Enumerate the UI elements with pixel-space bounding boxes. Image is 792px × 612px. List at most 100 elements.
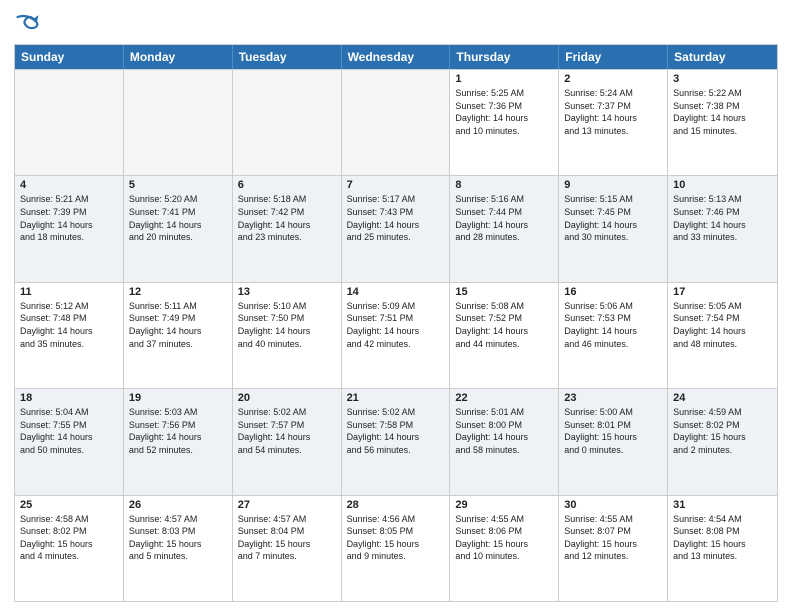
calendar-row: 1Sunrise: 5:25 AM Sunset: 7:36 PM Daylig… [15,69,777,175]
calendar-cell: 14Sunrise: 5:09 AM Sunset: 7:51 PM Dayli… [342,283,451,388]
day-number: 20 [238,392,336,404]
calendar-cell: 9Sunrise: 5:15 AM Sunset: 7:45 PM Daylig… [559,176,668,281]
calendar-cell: 25Sunrise: 4:58 AM Sunset: 8:02 PM Dayli… [15,496,124,601]
day-number: 19 [129,392,227,404]
calendar-cell: 30 Sunrise: 4:55 AM Sunset: 8:07 PM Dayli… [559,496,668,601]
day-number: 2 [564,73,662,85]
day-number: 31 [673,499,772,511]
calendar-cell: 1Sunrise: 5:25 AM Sunset: 7:36 PM Daylig… [450,70,559,175]
calendar-header-row: SundayMondayTuesdayWednesdayThursdayFrid… [15,45,777,69]
calendar-cell: 6Sunrise: 5:18 AM Sunset: 7:42 PM Daylig… [233,176,342,281]
logo [14,10,46,38]
calendar-cell: 11 Sunrise: 5:12 AM Sunset: 7:48 PM Dayli… [15,283,124,388]
day-info: Sunrise: 5:01 AM Sunset: 8:00 PM Dayligh… [455,406,553,456]
calendar-cell: 15 Sunrise: 5:08 AM Sunset: 7:52 PM Dayli… [450,283,559,388]
day-info: Sunrise: 4:59 AM Sunset: 8:02 PM Dayligh… [673,406,772,456]
day-info: Sunrise: 5:08 AM Sunset: 7:52 PM Dayligh… [455,300,553,350]
day-number: 18 [20,392,118,404]
calendar-cell: 7 Sunrise: 5:17 AM Sunset: 7:43 PM Daylig… [342,176,451,281]
calendar-cell: 24Sunrise: 4:59 AM Sunset: 8:02 PM Dayli… [668,389,777,494]
day-number: 1 [455,73,553,85]
day-info: Sunrise: 4:56 AM Sunset: 8:05 PM Dayligh… [347,513,445,563]
calendar-cell: 4Sunrise: 5:21 AM Sunset: 7:39 PM Daylig… [15,176,124,281]
day-number: 15 [455,286,553,298]
calendar-header-cell: Tuesday [233,45,342,69]
calendar-header-cell: Friday [559,45,668,69]
calendar-cell: 8Sunrise: 5:16 AM Sunset: 7:44 PM Daylig… [450,176,559,281]
calendar-header-cell: Wednesday [342,45,451,69]
day-info: Sunrise: 4:54 AM Sunset: 8:08 PM Dayligh… [673,513,772,563]
day-number: 22 [455,392,553,404]
calendar-header-cell: Saturday [668,45,777,69]
calendar-cell: 22 Sunrise: 5:01 AM Sunset: 8:00 PM Dayli… [450,389,559,494]
day-info: Sunrise: 5:22 AM Sunset: 7:38 PM Dayligh… [673,87,772,137]
day-info: Sunrise: 5:12 AM Sunset: 7:48 PM Dayligh… [20,300,118,350]
day-info: Sunrise: 4:57 AM Sunset: 8:03 PM Dayligh… [129,513,227,563]
day-info: Sunrise: 5:00 AM Sunset: 8:01 PM Dayligh… [564,406,662,456]
day-number: 16 [564,286,662,298]
day-info: Sunrise: 5:04 AM Sunset: 7:55 PM Dayligh… [20,406,118,456]
day-number: 30 [564,499,662,511]
calendar-cell: 2 Sunrise: 5:24 AM Sunset: 7:37 PM Daylig… [559,70,668,175]
day-number: 23 [564,392,662,404]
calendar-row: 4Sunrise: 5:21 AM Sunset: 7:39 PM Daylig… [15,175,777,281]
day-info: Sunrise: 5:24 AM Sunset: 7:37 PM Dayligh… [564,87,662,137]
day-info: Sunrise: 5:21 AM Sunset: 7:39 PM Dayligh… [20,193,118,243]
calendar-cell: 20 Sunrise: 5:02 AM Sunset: 7:57 PM Dayli… [233,389,342,494]
day-info: Sunrise: 5:13 AM Sunset: 7:46 PM Dayligh… [673,193,772,243]
calendar-body: 1Sunrise: 5:25 AM Sunset: 7:36 PM Daylig… [15,69,777,601]
day-info: Sunrise: 4:58 AM Sunset: 8:02 PM Dayligh… [20,513,118,563]
day-number: 26 [129,499,227,511]
day-number: 17 [673,286,772,298]
day-number: 29 [455,499,553,511]
day-info: Sunrise: 5:11 AM Sunset: 7:49 PM Dayligh… [129,300,227,350]
day-info: Sunrise: 5:16 AM Sunset: 7:44 PM Dayligh… [455,193,553,243]
calendar-cell [342,70,451,175]
calendar-cell: 17 Sunrise: 5:05 AM Sunset: 7:54 PM Dayli… [668,283,777,388]
day-number: 28 [347,499,445,511]
calendar-cell: 13Sunrise: 5:10 AM Sunset: 7:50 PM Dayli… [233,283,342,388]
calendar-cell [15,70,124,175]
calendar-cell: 28 Sunrise: 4:56 AM Sunset: 8:05 PM Dayli… [342,496,451,601]
calendar-cell: 31 Sunrise: 4:54 AM Sunset: 8:08 PM Dayli… [668,496,777,601]
day-number: 10 [673,179,772,191]
day-info: Sunrise: 4:57 AM Sunset: 8:04 PM Dayligh… [238,513,336,563]
day-number: 12 [129,286,227,298]
day-info: Sunrise: 5:02 AM Sunset: 7:58 PM Dayligh… [347,406,445,456]
calendar-cell: 18 Sunrise: 5:04 AM Sunset: 7:55 PM Dayli… [15,389,124,494]
page: SundayMondayTuesdayWednesdayThursdayFrid… [0,0,792,612]
day-info: Sunrise: 5:20 AM Sunset: 7:41 PM Dayligh… [129,193,227,243]
day-number: 13 [238,286,336,298]
day-number: 7 [347,179,445,191]
logo-icon [14,10,42,38]
calendar-cell: 21 Sunrise: 5:02 AM Sunset: 7:58 PM Dayli… [342,389,451,494]
day-info: Sunrise: 5:15 AM Sunset: 7:45 PM Dayligh… [564,193,662,243]
day-info: Sunrise: 5:09 AM Sunset: 7:51 PM Dayligh… [347,300,445,350]
day-info: Sunrise: 5:17 AM Sunset: 7:43 PM Dayligh… [347,193,445,243]
calendar-cell: 12 Sunrise: 5:11 AM Sunset: 7:49 PM Dayli… [124,283,233,388]
calendar-header-cell: Sunday [15,45,124,69]
calendar-row: 18 Sunrise: 5:04 AM Sunset: 7:55 PM Dayli… [15,388,777,494]
day-number: 6 [238,179,336,191]
day-info: Sunrise: 5:05 AM Sunset: 7:54 PM Dayligh… [673,300,772,350]
calendar-cell: 26 Sunrise: 4:57 AM Sunset: 8:03 PM Dayli… [124,496,233,601]
day-number: 11 [20,286,118,298]
day-info: Sunrise: 4:55 AM Sunset: 8:06 PM Dayligh… [455,513,553,563]
calendar-cell: 16Sunrise: 5:06 AM Sunset: 7:53 PM Dayli… [559,283,668,388]
calendar-cell: 3Sunrise: 5:22 AM Sunset: 7:38 PM Daylig… [668,70,777,175]
day-info: Sunrise: 5:02 AM Sunset: 7:57 PM Dayligh… [238,406,336,456]
day-info: Sunrise: 4:55 AM Sunset: 8:07 PM Dayligh… [564,513,662,563]
calendar-cell: 27 Sunrise: 4:57 AM Sunset: 8:04 PM Dayli… [233,496,342,601]
calendar-header-cell: Thursday [450,45,559,69]
calendar-cell [233,70,342,175]
calendar: SundayMondayTuesdayWednesdayThursdayFrid… [14,44,778,602]
calendar-cell: 5 Sunrise: 5:20 AM Sunset: 7:41 PM Daylig… [124,176,233,281]
calendar-row: 25Sunrise: 4:58 AM Sunset: 8:02 PM Dayli… [15,495,777,601]
calendar-row: 11 Sunrise: 5:12 AM Sunset: 7:48 PM Dayli… [15,282,777,388]
day-number: 21 [347,392,445,404]
day-number: 27 [238,499,336,511]
calendar-cell: 10 Sunrise: 5:13 AM Sunset: 7:46 PM Dayli… [668,176,777,281]
day-info: Sunrise: 5:03 AM Sunset: 7:56 PM Dayligh… [129,406,227,456]
day-number: 5 [129,179,227,191]
header [14,10,778,38]
